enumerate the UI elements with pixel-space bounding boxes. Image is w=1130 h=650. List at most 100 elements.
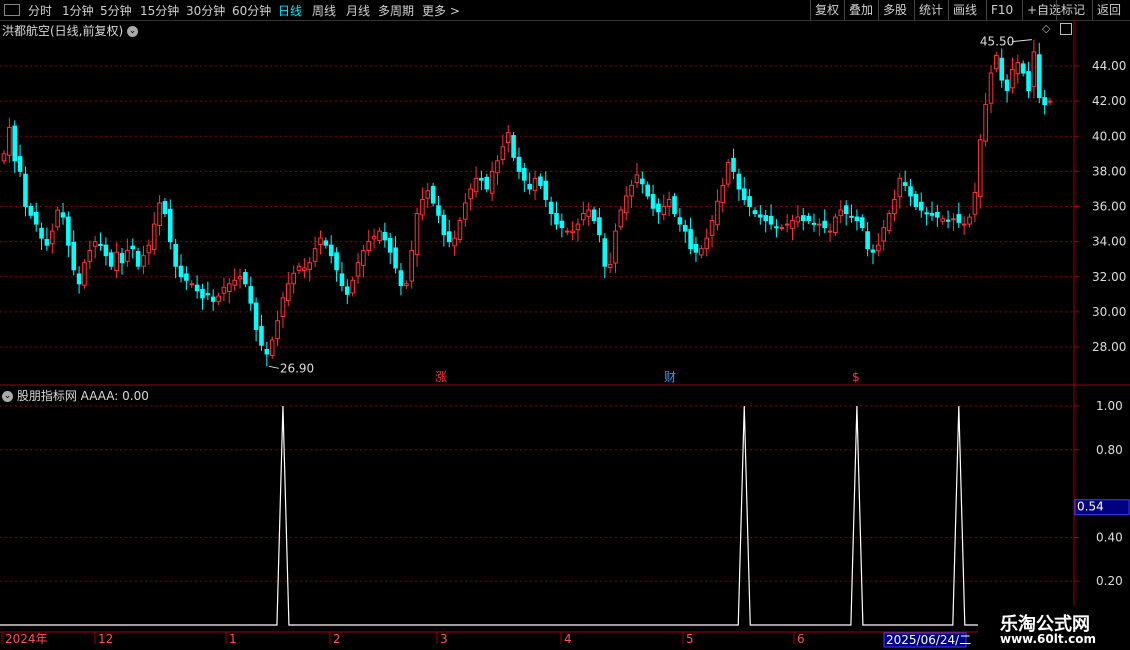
candle-body [591,209,597,222]
period-tab[interactable]: 多周期 [378,2,414,19]
candle-body [264,348,270,355]
candle-body [312,248,318,262]
candle-body [806,215,811,222]
candle-body [302,267,307,271]
candle-body [918,201,924,211]
candle-body [784,223,790,226]
period-tab[interactable]: 周线 [312,2,336,19]
candle-body [103,244,109,257]
toolbar-action-button[interactable]: 多股 [878,0,911,20]
toolbar-action-button[interactable]: 复权 [810,0,843,20]
high-price-label: 45.50 [980,35,1014,49]
period-tab[interactable]: 60分钟 [232,2,271,19]
candle-body [575,223,581,231]
candle-body [167,208,173,243]
period-tab[interactable]: 更多 > [422,2,460,19]
candle-body [269,339,275,356]
toolbar-action-button[interactable]: 标记 [1056,0,1089,20]
candle-body [420,198,425,216]
candle-body [672,196,677,215]
candle-body [135,250,141,267]
price-chart[interactable]: 44.00 42.00 40.00 38.00 36.00 34.00 32.00 30.00… [0,20,1130,386]
candle-body [1042,97,1047,106]
candle-body [564,230,570,233]
candle-body [1036,54,1042,99]
event-marker[interactable]: 涨 [435,369,447,384]
candle-body [66,216,71,246]
candle-body [881,227,887,242]
candle-body [173,243,178,267]
toolbar-action-button[interactable]: 画线 [948,0,981,20]
candle-body [108,252,114,267]
candle-body [92,241,98,247]
y-tick-label: 0.40 [1096,530,1123,544]
candle-body [709,220,715,236]
candle-body [833,216,838,233]
candle-body [226,283,232,293]
candle-body [44,239,50,246]
candle-body [232,279,237,286]
window-icon[interactable] [4,4,20,16]
candle-body [838,209,844,217]
candle-body [17,156,23,172]
period-tab[interactable]: 5分钟 [100,2,132,19]
candle-body [178,265,184,278]
indicator-chart[interactable]: 1.000.800.400.200.542024年 12 1 2 3 4 5 6 2025/06… [0,386,1130,650]
period-tab[interactable]: 1分钟 [62,2,94,19]
candle-body [210,296,216,302]
candle-body [398,270,404,287]
candle-body [570,230,575,233]
candle-body [559,220,565,229]
candle-body [285,283,291,302]
candle-body [913,194,919,207]
candle-body [516,156,522,172]
period-tab[interactable]: 30分钟 [186,2,225,19]
event-marker[interactable]: 财 [664,370,676,384]
high-annotation-pointer [1011,39,1032,43]
candle-body [275,320,280,340]
candle-body [162,201,168,215]
candle-body [430,185,436,204]
candle-body [55,209,60,228]
selected-date-label: 2025/06/24/二 [886,633,971,647]
low-price-label: 26.90 [280,361,314,375]
candle-body [345,286,350,295]
candle-body [82,262,87,286]
candle-body [602,238,608,267]
candle-body [414,213,420,256]
period-tab[interactable]: 月线 [346,2,370,19]
candle-body [586,209,591,217]
candle-body [597,217,602,236]
candle-body [849,215,854,218]
y-tick-label: 1.00 [1096,399,1123,413]
candle-body [441,214,447,236]
indicator-series-line [0,405,978,626]
candle-body [854,216,860,222]
period-tab[interactable]: 分时 [28,2,52,19]
y-tick-label: 40.00 [1092,129,1126,143]
candle-body [296,265,302,271]
candle-body [280,297,286,317]
candle-body [715,200,720,226]
candle-body [71,241,77,271]
candle-body [763,215,769,222]
y-tick-label: 0.80 [1096,443,1123,457]
candle-body [634,174,640,184]
toolbar-action-button[interactable]: F10 [986,0,1017,20]
toolbar-action-button[interactable]: 返回 [1092,0,1125,20]
event-marker[interactable]: $ [852,370,860,384]
period-tab[interactable]: 15分钟 [140,2,179,19]
candle-body [736,173,742,190]
candle-body [961,223,967,226]
toolbar-action-button[interactable]: 统计 [914,0,947,20]
candle-body [951,218,956,221]
candle-body [800,215,806,222]
x-tick-label: 1 [229,632,237,646]
candle-body [623,195,629,214]
candle-body [479,177,484,181]
candle-body [436,205,441,216]
toolbar-action-button[interactable]: 叠加 [844,0,877,20]
candle-body [98,243,103,246]
period-tab[interactable]: 日线 [278,2,302,19]
candle-body [532,177,538,191]
